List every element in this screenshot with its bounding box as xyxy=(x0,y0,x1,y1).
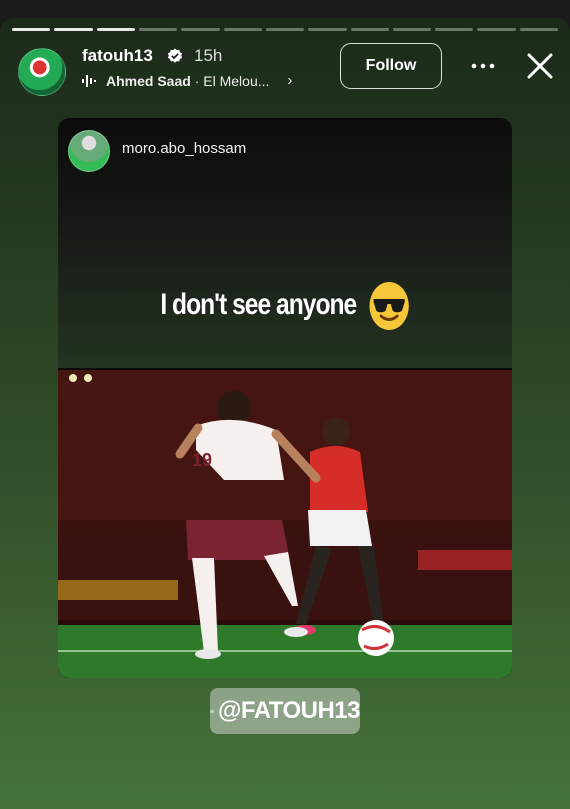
match-photo: 19 xyxy=(58,370,512,678)
close-icon[interactable] xyxy=(524,50,556,82)
post-time: 15h xyxy=(194,46,223,65)
story-progress-segment xyxy=(96,28,135,31)
shared-post-card[interactable]: moro.abo_hossam I don't see anyone 19 xyxy=(58,118,512,678)
audio-wave-icon xyxy=(82,74,96,87)
story-viewer[interactable]: fatouh13 15h Ahmed Saad · El Melou... › … xyxy=(0,18,570,809)
jersey-number: 19 xyxy=(192,450,212,470)
verified-badge-icon xyxy=(167,48,183,63)
story-progress-segment xyxy=(54,28,93,31)
story-progress-segment xyxy=(12,28,51,31)
shared-post-username[interactable]: moro.abo_hossam xyxy=(122,140,246,157)
story-progress-segment xyxy=(181,28,220,31)
caption-text: I don't see anyone xyxy=(160,287,357,321)
music-track: El Melou... xyxy=(203,72,270,89)
story-progress-segment xyxy=(223,28,262,31)
shared-post-header: moro.abo_hossam I don't see anyone xyxy=(58,118,512,368)
mention-sticker[interactable]: @FATOUH13 xyxy=(210,688,361,734)
shared-post-caption: I don't see anyone xyxy=(99,281,471,331)
chevron-right-icon: › xyxy=(287,72,293,89)
story-progress-segment xyxy=(265,28,305,31)
sunglasses-emoji-icon xyxy=(369,282,409,330)
story-header: fatouh13 15h Ahmed Saad · El Melou... › … xyxy=(18,43,556,96)
story-progress-segment xyxy=(138,28,178,31)
story-progress-segment xyxy=(477,28,516,31)
music-artist: Ahmed Saad xyxy=(106,72,191,89)
mention-label: @FATOUH13 xyxy=(217,697,361,724)
shared-post-avatar[interactable] xyxy=(68,130,110,172)
author-avatar[interactable] xyxy=(18,48,66,96)
threads-icon xyxy=(210,709,214,713)
author-username[interactable]: fatouh13 xyxy=(82,46,153,66)
story-progress-segment xyxy=(392,28,432,31)
music-attribution[interactable]: Ahmed Saad · El Melou... › xyxy=(82,72,292,89)
follow-button[interactable]: Follow xyxy=(340,43,442,89)
story-progress-segment xyxy=(435,28,474,31)
story-progress-bar xyxy=(12,28,559,31)
more-options-icon[interactable] xyxy=(468,54,498,78)
story-progress-segment xyxy=(519,28,559,31)
story-progress-segment xyxy=(308,28,347,31)
story-progress-segment xyxy=(350,28,389,31)
